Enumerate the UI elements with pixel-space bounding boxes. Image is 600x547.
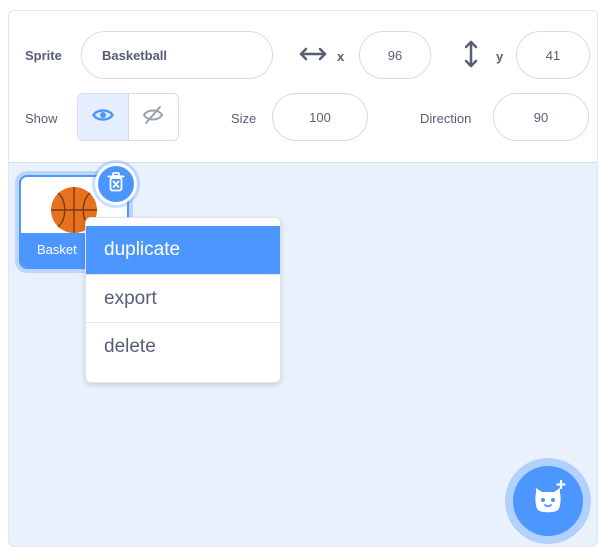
direction-label: Direction xyxy=(420,111,472,126)
context-menu-delete[interactable]: delete xyxy=(86,322,280,370)
sprite-pane: Sprite Basketball x 96 y 41 Show Size 10… xyxy=(8,10,598,547)
delete-sprite-button[interactable] xyxy=(95,163,137,205)
x-label: x xyxy=(337,49,345,64)
size-field[interactable]: 100 xyxy=(272,93,368,141)
y-field[interactable]: 41 xyxy=(516,31,590,79)
direction-field[interactable]: 90 xyxy=(493,93,589,141)
context-menu-duplicate[interactable]: duplicate xyxy=(86,226,280,274)
sprite-name-field[interactable]: Basketball xyxy=(81,31,273,79)
choose-sprite-button[interactable] xyxy=(513,466,583,536)
show-label: Show xyxy=(25,111,58,126)
show-hidden-button[interactable] xyxy=(127,94,179,140)
context-menu-export[interactable]: export xyxy=(86,274,280,322)
eye-off-icon xyxy=(142,104,164,131)
choose-sprite-icon xyxy=(528,479,568,524)
context-menu: duplicate export delete xyxy=(85,217,281,383)
size-label: Size xyxy=(231,111,257,126)
show-visible-button[interactable] xyxy=(78,94,128,140)
sprite-info-panel: Sprite Basketball x 96 y 41 Show Size 10… xyxy=(9,11,597,163)
y-label: y xyxy=(496,49,504,64)
sprite-label: Sprite xyxy=(25,48,62,63)
trash-icon xyxy=(107,171,125,197)
show-toggle xyxy=(77,93,179,141)
eye-icon xyxy=(91,107,114,128)
x-field[interactable]: 96 xyxy=(359,31,431,79)
y-arrows-icon xyxy=(464,40,478,73)
x-arrows-icon xyxy=(299,47,327,66)
